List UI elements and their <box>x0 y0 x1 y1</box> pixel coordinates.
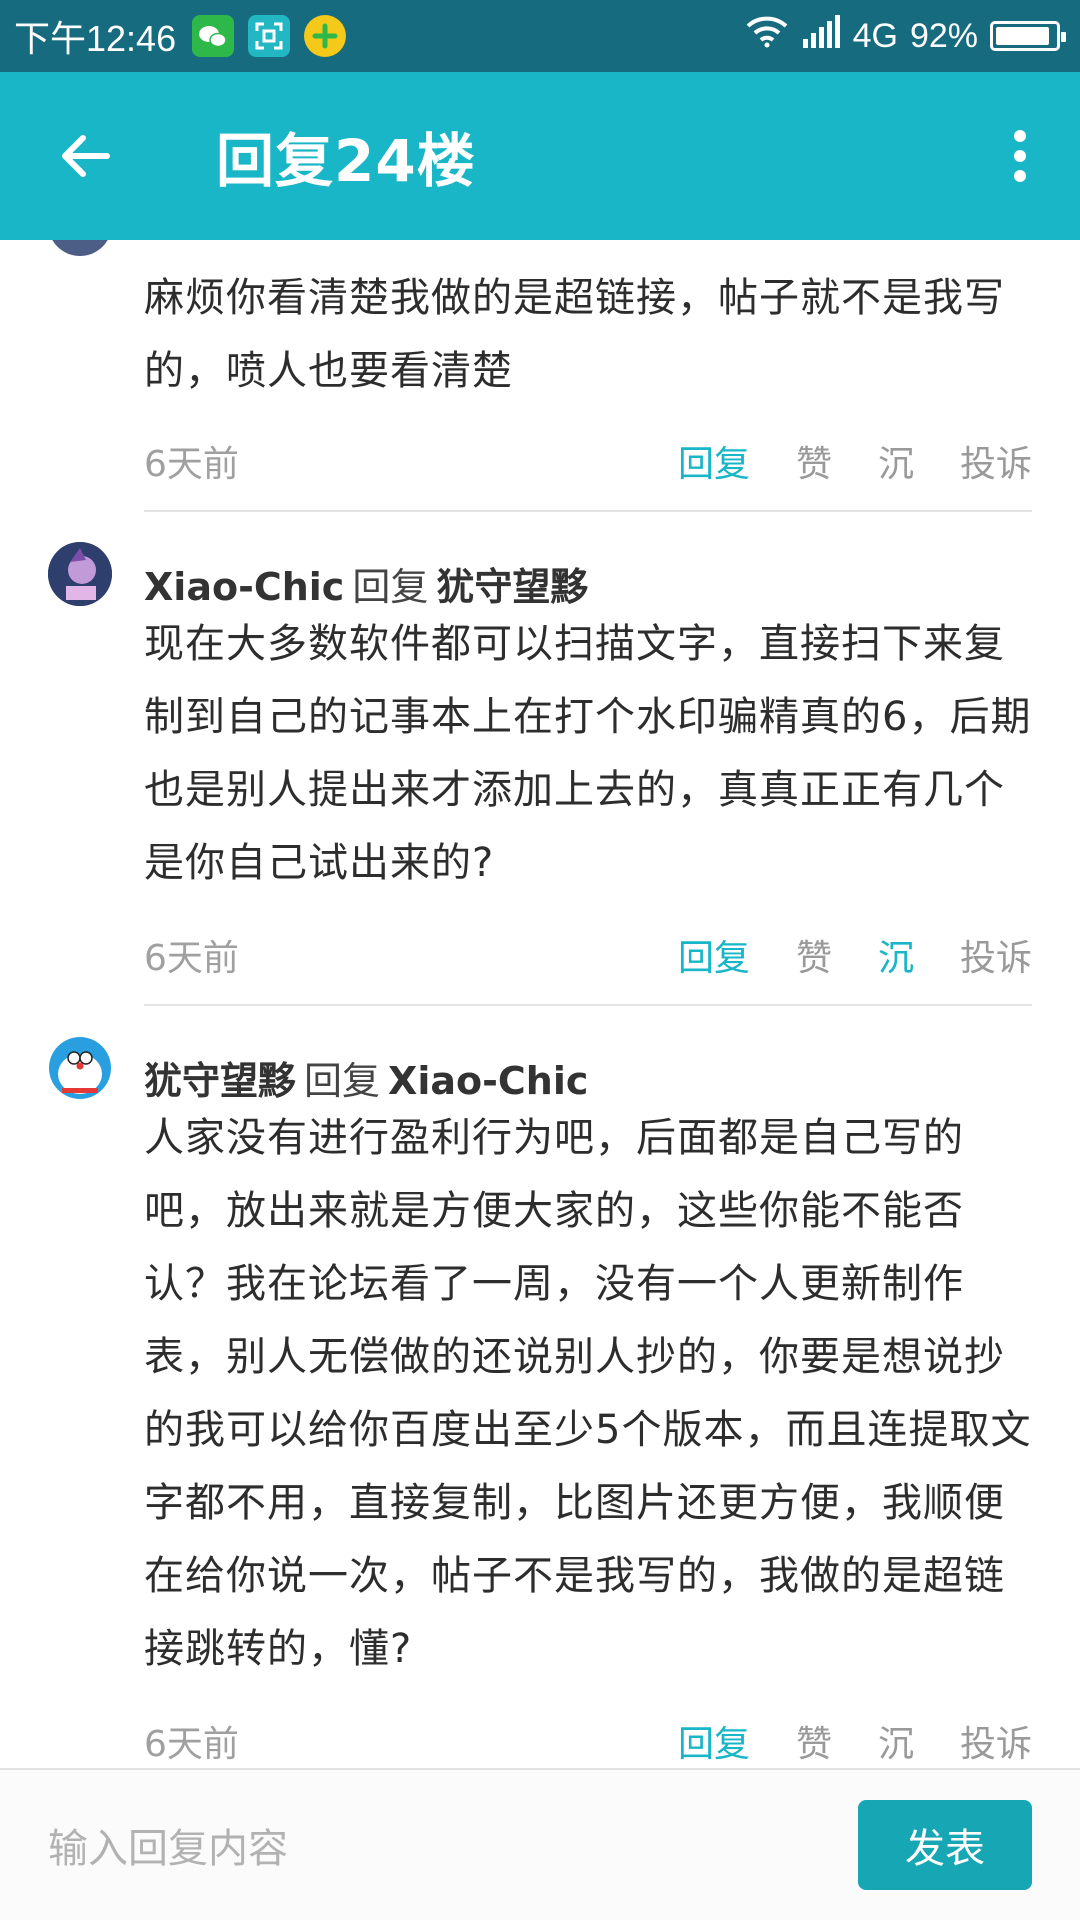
reply-word: 回复 <box>304 1059 381 1103</box>
like-button[interactable]: 赞 <box>796 1715 832 1767</box>
back-arrow-icon <box>62 135 110 177</box>
reply-text: 现在大多数软件都可以扫描文字，直接扫下来复制到自己的记事本上在打个水印骗精真的6… <box>144 621 1032 886</box>
reply-item: 犹守望黟 回复 Xiao-Chic 人家没有进行盈利行为吧，后面都是自己写的吧，放出… <box>48 1006 1032 1768</box>
author-name[interactable]: Xiao-Chic <box>144 565 344 609</box>
avatar[interactable] <box>48 542 112 606</box>
reply-header: 犹守望黟 回复 Xiao-Chic <box>144 1006 1032 1103</box>
reply-time: 6天前 <box>144 444 239 485</box>
reply-input[interactable]: 输入回复内容 <box>0 1795 858 1895</box>
sink-button[interactable]: 沉 <box>878 435 914 487</box>
reply-target-name[interactable]: 犹守望黟 <box>436 565 588 609</box>
plus-notification-icon <box>304 15 347 57</box>
app-bar: 回复24楼 <box>0 72 1080 240</box>
more-options-button[interactable] <box>960 72 1080 240</box>
signal-icon <box>801 14 841 58</box>
status-bar: 下午12:46 4G 92% <box>0 0 1080 72</box>
report-button[interactable]: 投诉 <box>960 929 1032 981</box>
reply-button[interactable]: 回复 <box>678 435 750 487</box>
reply-meta: 6天前 回复 赞 沉 投诉 <box>144 1692 1032 1768</box>
avatar[interactable] <box>48 1036 112 1100</box>
author-name[interactable]: 犹守望黟 <box>144 1059 296 1103</box>
reply-target-name[interactable]: Xiao-Chic <box>388 1059 588 1103</box>
report-button[interactable]: 投诉 <box>960 1715 1032 1767</box>
sink-button[interactable]: 沉 <box>878 1715 914 1767</box>
reply-text: 麻烦你看清楚我做的是超链接，帖子就不是我写的，喷人也要看清楚 <box>144 275 1005 394</box>
reply-header: Xiao-Chic 回复 犹守望黟 <box>144 512 1032 609</box>
back-button[interactable] <box>0 72 170 240</box>
sink-button[interactable]: 沉 <box>878 929 914 981</box>
reply-item: 麻烦你看清楚我做的是超链接，帖子就不是我写的，喷人也要看清楚 6天前 回复 赞 … <box>48 240 1032 512</box>
reply-time: 6天前 <box>144 938 239 979</box>
battery-icon <box>990 21 1066 51</box>
like-button[interactable]: 赞 <box>796 929 832 981</box>
reply-meta: 6天前 回复 赞 沉 投诉 <box>144 412 1032 510</box>
send-button[interactable]: 发表 <box>858 1800 1032 1890</box>
reply-item: Xiao-Chic 回复 犹守望黟 现在大多数软件都可以扫描文字，直接扫下来复制到自… <box>48 512 1032 1006</box>
reply-word: 回复 <box>352 565 429 609</box>
reply-button[interactable]: 回复 <box>678 1715 750 1767</box>
reply-button[interactable]: 回复 <box>678 929 750 981</box>
battery-fill <box>996 27 1049 45</box>
report-button[interactable]: 投诉 <box>960 435 1032 487</box>
reply-input-bar: 输入回复内容 发表 <box>0 1768 1080 1920</box>
scan-notification-icon <box>248 15 291 57</box>
reply-list[interactable]: 麻烦你看清楚我做的是超链接，帖子就不是我写的，喷人也要看清楚 6天前 回复 赞 … <box>0 240 1080 1768</box>
avatar[interactable] <box>48 240 112 256</box>
like-button[interactable]: 赞 <box>796 435 832 487</box>
wifi-icon <box>745 15 789 58</box>
more-vertical-icon <box>1014 130 1026 182</box>
reply-meta: 6天前 回复 赞 沉 投诉 <box>144 906 1032 1004</box>
network-type: 4G <box>852 16 898 55</box>
reply-time: 6天前 <box>144 1724 239 1765</box>
wechat-notification-icon <box>192 15 235 57</box>
battery-percent: 92% <box>909 16 978 55</box>
page-title: 回复24楼 <box>216 127 476 195</box>
status-time: 下午12:46 <box>14 18 177 59</box>
reply-text: 人家没有进行盈利行为吧，后面都是自己写的吧，放出来就是方便大家的，这些你能不能否… <box>144 1115 1032 1672</box>
